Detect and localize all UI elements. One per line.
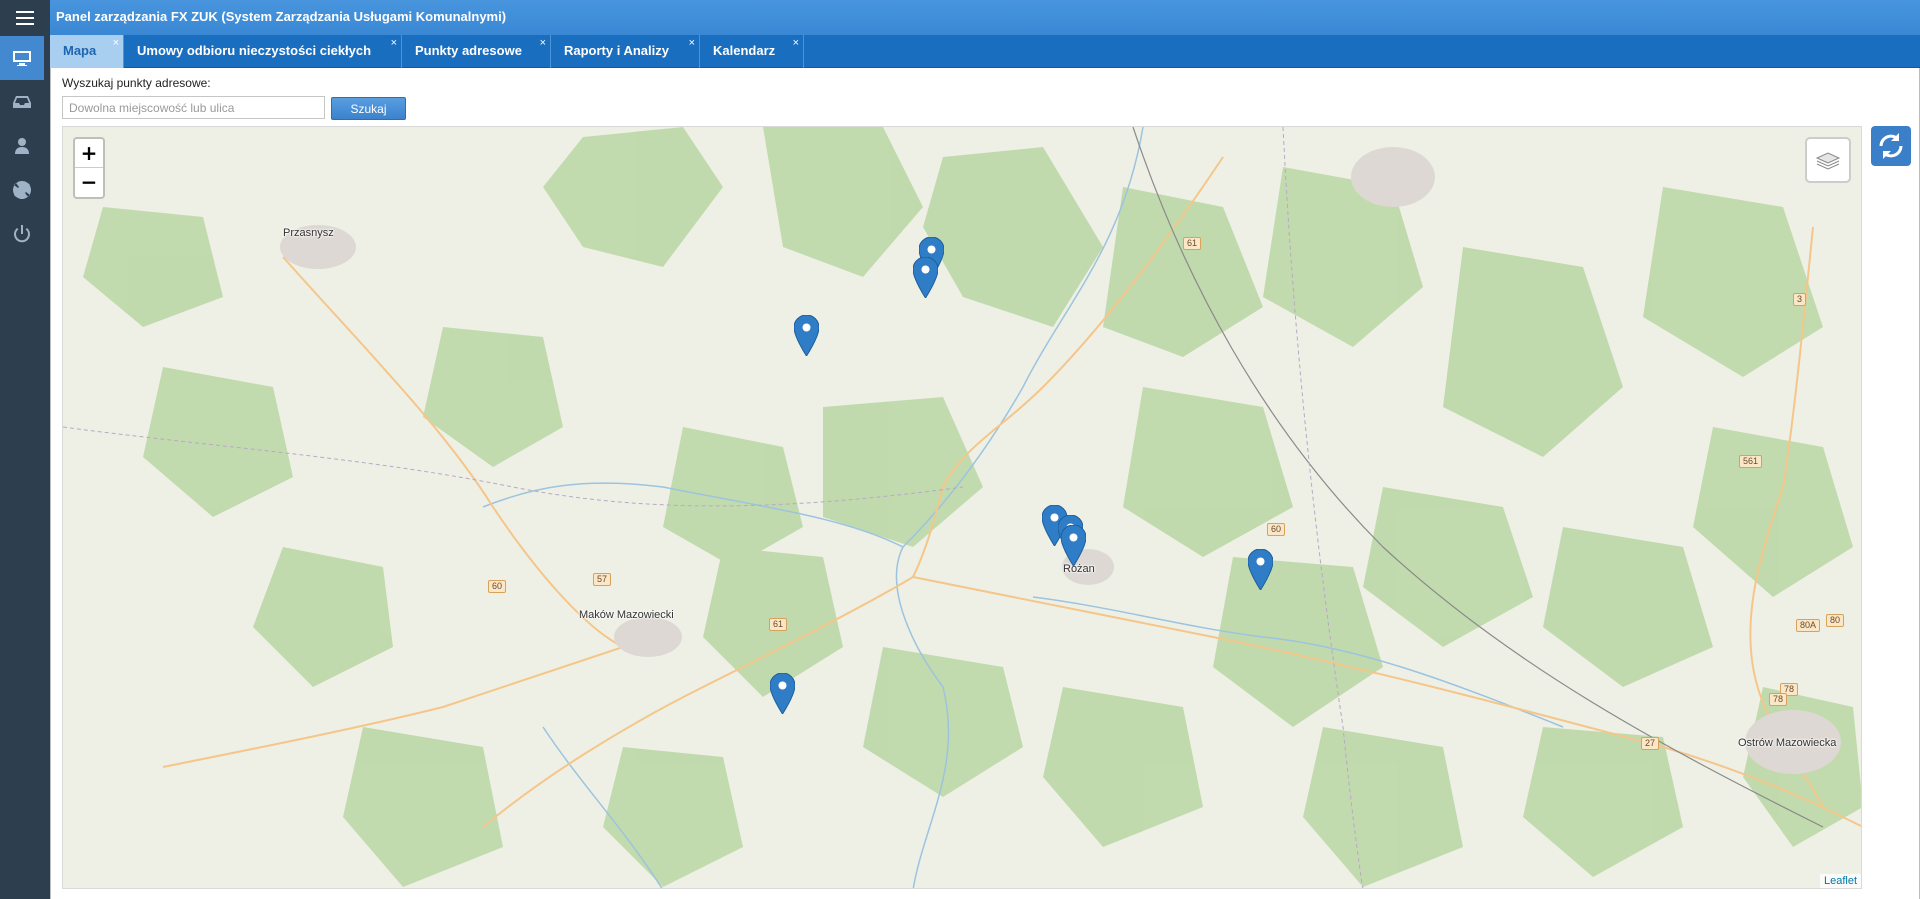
road-shield: 61 [1183, 237, 1202, 250]
marker-icon [1247, 548, 1274, 591]
tab-label: Umowy odbioru nieczystości ciekłych [137, 43, 372, 58]
sidebar-item-inbox[interactable] [0, 80, 44, 124]
close-icon[interactable]: × [689, 38, 695, 49]
monitor-icon [13, 51, 31, 66]
map-marker[interactable] [1247, 548, 1274, 591]
hamburger-icon [16, 11, 34, 25]
app-title: Panel zarządzania FX ZUK (System Zarządz… [56, 9, 507, 24]
marker-icon [1060, 524, 1087, 567]
layers-control[interactable] [1805, 137, 1851, 183]
zoom-out-button[interactable]: − [75, 168, 103, 197]
map-attribution[interactable]: Leaflet [1819, 874, 1861, 888]
road-shield: 61 [769, 618, 788, 631]
tab-mapa[interactable]: Mapa × [50, 35, 124, 68]
sidebar-item-dashboard[interactable] [0, 36, 44, 80]
layers-icon [1815, 152, 1841, 170]
road-shield: 561 [1739, 455, 1763, 468]
close-icon[interactable]: × [113, 38, 119, 49]
support-icon [13, 181, 32, 199]
search-label: Wyszukaj punkty adresowe: [62, 76, 211, 90]
map-marker[interactable] [793, 314, 820, 357]
close-icon[interactable]: × [391, 38, 397, 49]
marker-icon [912, 256, 939, 299]
tab-punkty-adresowe[interactable]: Punkty adresowe × [402, 35, 551, 68]
sidebar-item-support[interactable] [0, 168, 44, 212]
tab-label: Mapa [63, 43, 97, 58]
marker-icon [769, 672, 796, 715]
road-shield: 60 [1267, 523, 1286, 536]
tab-label: Punkty adresowe [415, 43, 522, 58]
refresh-icon [1879, 133, 1903, 159]
tab-kalendarz[interactable]: Kalendarz × [700, 35, 804, 68]
menu-toggle-button[interactable] [0, 0, 50, 36]
road-shield: 80 [1826, 614, 1845, 627]
search-input[interactable] [62, 96, 325, 119]
inbox-icon [13, 96, 31, 108]
zoom-control: + − [73, 137, 105, 199]
road-shield: 80A [1796, 619, 1821, 632]
tab-label: Kalendarz [713, 43, 776, 58]
map-marker[interactable] [1060, 524, 1087, 567]
road-shield: 60 [488, 580, 507, 593]
map-view[interactable]: Przasnysz Różan Maków Mazowiecki Ostrów … [62, 126, 1862, 889]
tab-raporty[interactable]: Raporty i Analizy × [551, 35, 700, 68]
search-button[interactable]: Szukaj [331, 97, 406, 120]
app-header: Panel zarządzania FX ZUK (System Zarządz… [50, 0, 1920, 35]
map-marker[interactable] [912, 256, 939, 299]
close-icon[interactable]: × [793, 38, 799, 49]
road-shield: 27 [1641, 737, 1660, 750]
marker-icon [793, 314, 820, 357]
road-shield: 3 [1793, 293, 1807, 306]
place-label: Maków Mazowiecki [579, 609, 674, 621]
refresh-button[interactable] [1871, 126, 1911, 166]
map-marker[interactable] [769, 672, 796, 715]
power-icon [14, 225, 30, 243]
tab-umowy[interactable]: Umowy odbioru nieczystości ciekłych × [124, 35, 402, 68]
tab-label: Raporty i Analizy [564, 43, 669, 58]
user-icon [15, 138, 29, 154]
tab-bar: Mapa × Umowy odbioru nieczystości ciekły… [50, 35, 1920, 68]
place-label: Przasnysz [283, 227, 334, 239]
road-shield: 78 [1769, 693, 1788, 706]
map-tiles [63, 127, 1861, 888]
close-icon[interactable]: × [540, 38, 546, 49]
main-content: Wyszukaj punkty adresowe: Szukaj [50, 68, 1920, 899]
sidebar-item-users[interactable] [0, 124, 44, 168]
sidebar-item-logout[interactable] [0, 212, 44, 256]
road-shield: 57 [593, 573, 612, 586]
zoom-in-button[interactable]: + [75, 139, 103, 168]
place-label: Ostrów Mazowiecka [1738, 737, 1837, 749]
sidebar [0, 0, 50, 899]
